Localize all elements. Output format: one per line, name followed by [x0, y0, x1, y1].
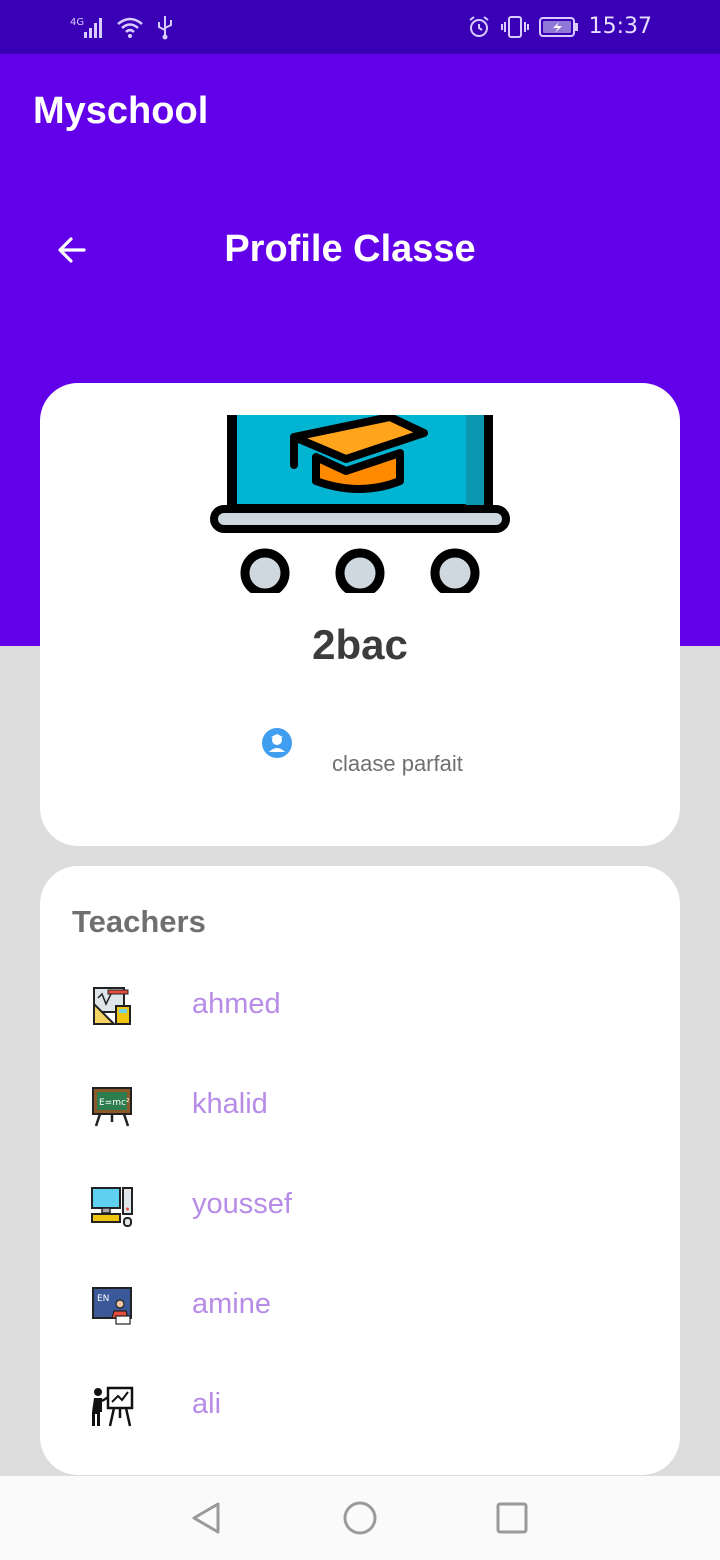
status-bar: 4G 15:37 [0, 0, 720, 54]
usb-icon [158, 16, 172, 40]
teacher-name: ahmed [192, 988, 281, 1020]
classroom-graduation-icon [210, 415, 510, 599]
battery-charging-icon [538, 16, 578, 37]
class-profile-card: 2bac claase parfait [40, 383, 680, 846]
page-title: Profile Classe [224, 228, 476, 270]
teacher-row-khalid[interactable]: E=mc² khalid [40, 1066, 680, 1146]
class-description: claase parfait [332, 751, 463, 776]
clock: 15:37 [588, 14, 652, 39]
teacher-row-youssef[interactable]: youssef [40, 1166, 680, 1246]
network-type-label: 4G [70, 17, 84, 28]
svg-text:EN: EN [97, 1294, 109, 1304]
teacher-name: amine [192, 1288, 271, 1320]
home-circle-icon[interactable] [340, 1498, 380, 1538]
teacher-name: ali [192, 1388, 222, 1420]
back-triangle-icon[interactable] [186, 1498, 226, 1538]
presenter-icon [92, 1386, 134, 1427]
teacher-row-ahmed[interactable]: ahmed [40, 966, 680, 1046]
physics-board-icon: E=mc² [92, 1087, 132, 1127]
teacher-row-amine[interactable]: EN amine [40, 1266, 680, 1346]
class-name: 2bac [312, 621, 408, 668]
math-tools-icon [93, 987, 131, 1025]
signal-icon: 4G [70, 17, 102, 38]
computer-icon [91, 1187, 133, 1227]
teachers-heading: Teachers [72, 904, 206, 939]
teacher-name: khalid [192, 1088, 268, 1120]
navigation-bar [0, 1476, 720, 1560]
teacher-row-ali[interactable]: ali [40, 1366, 680, 1446]
wifi-icon [117, 17, 143, 38]
student-icon [262, 728, 292, 758]
svg-text:E=mc²: E=mc² [99, 1098, 130, 1108]
teacher-name: youssef [192, 1188, 292, 1220]
vibrate-icon [500, 15, 529, 38]
app-title: Myschool [33, 90, 209, 132]
recents-square-icon[interactable] [492, 1498, 532, 1538]
alarm-icon [468, 15, 489, 37]
english-board-icon: EN [92, 1287, 132, 1325]
teachers-card: Teachers ahmed E=mc² khalid youssef EN a… [40, 866, 680, 1475]
